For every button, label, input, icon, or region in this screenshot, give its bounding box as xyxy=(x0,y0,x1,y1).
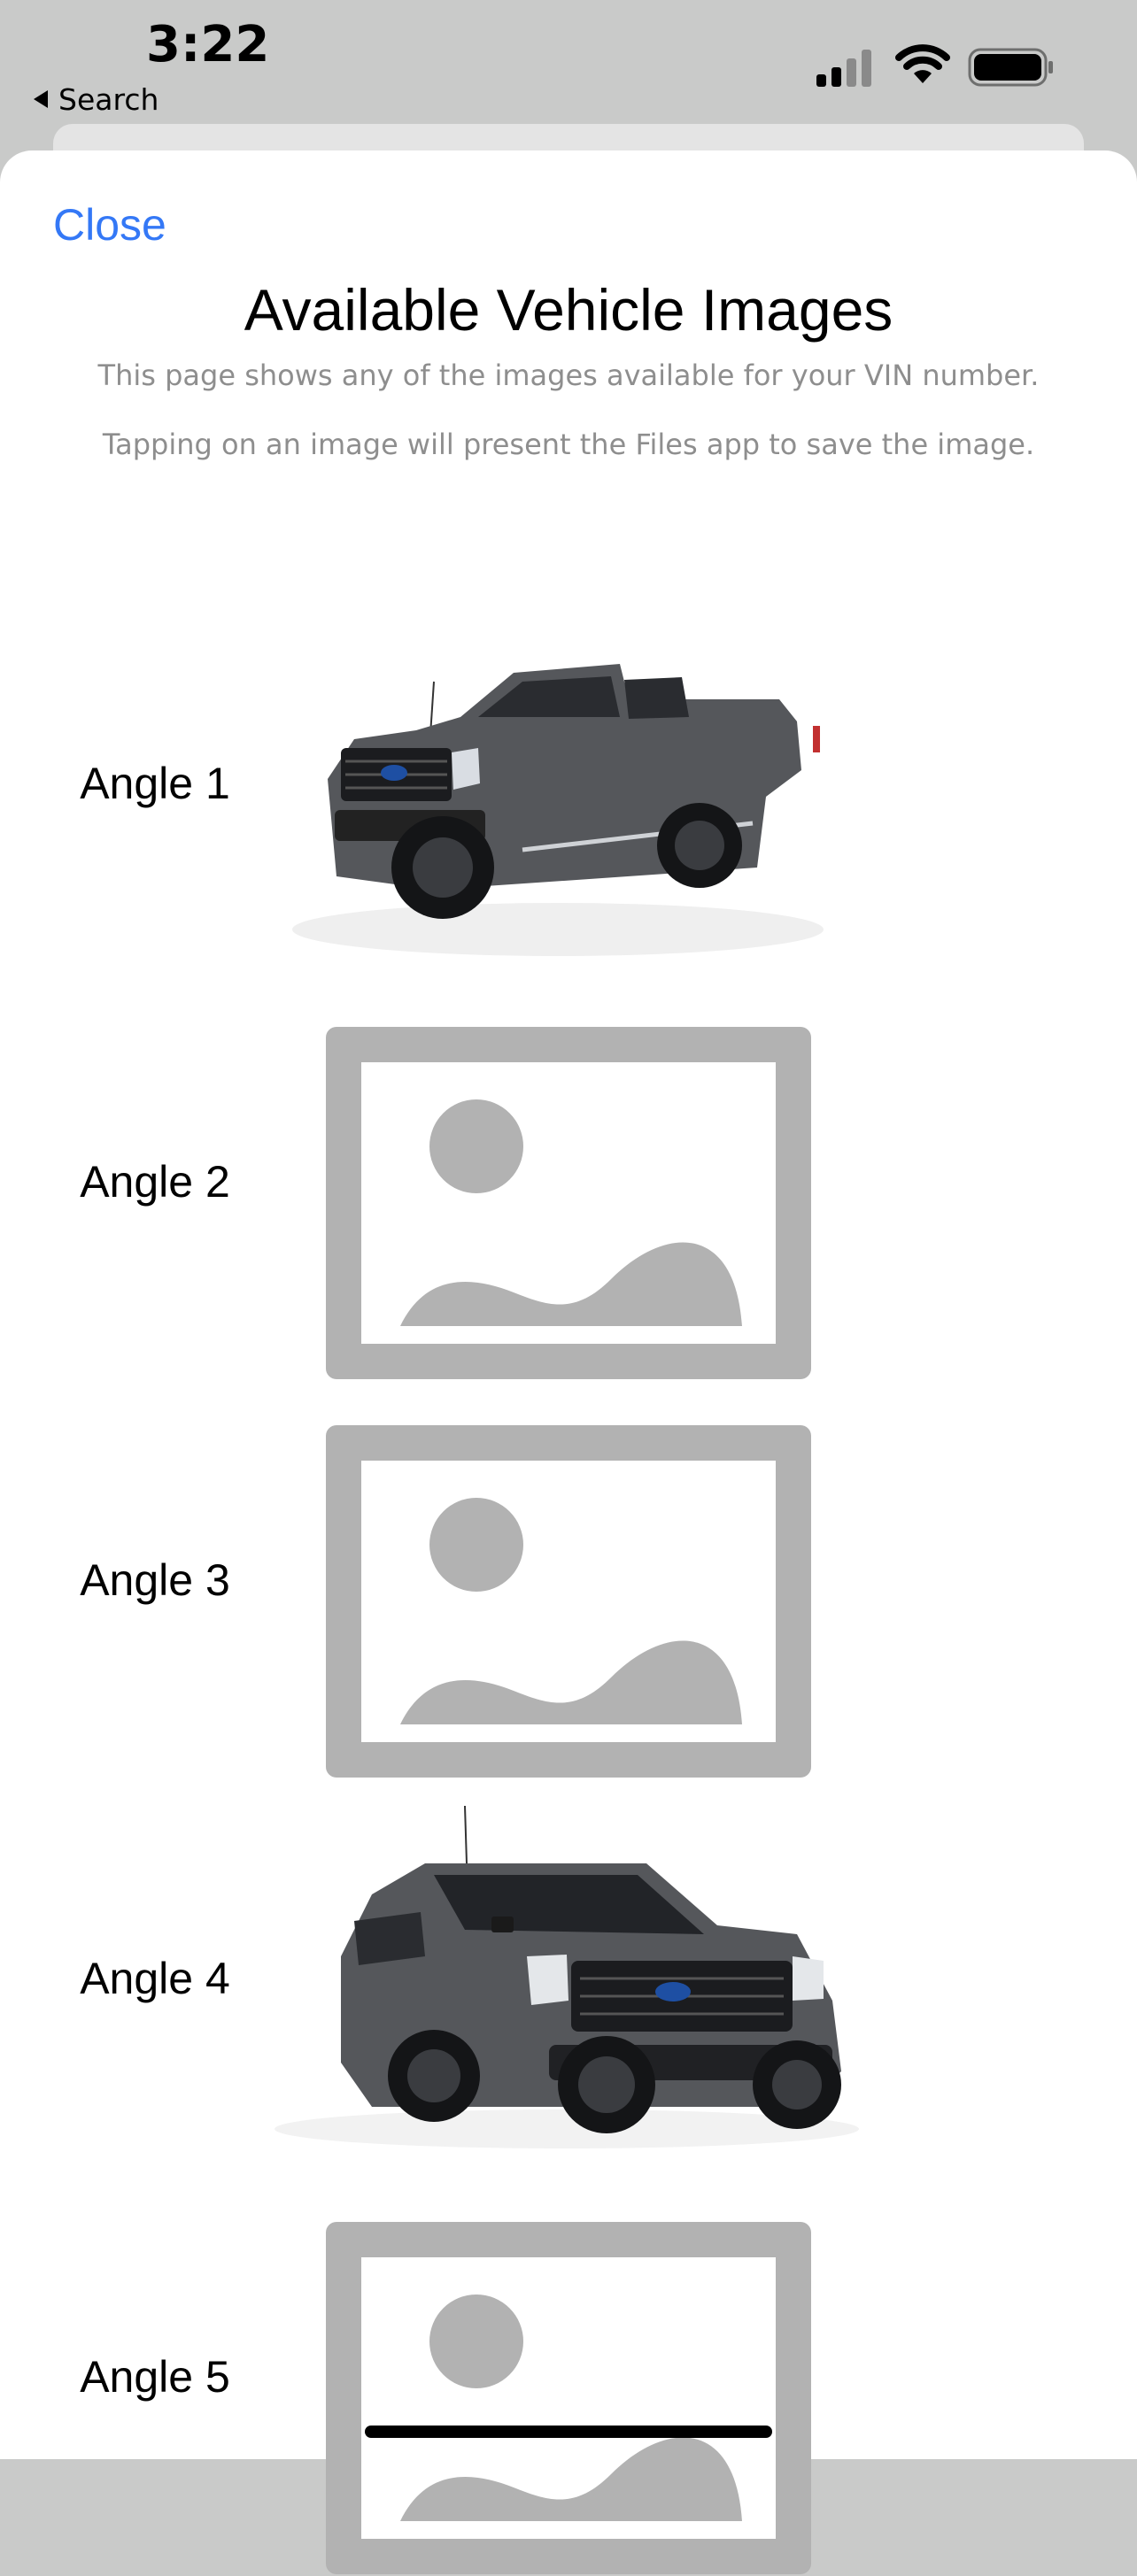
angle-label: Angle 3 xyxy=(80,1555,230,1605)
back-to-search-label: Search xyxy=(58,81,159,117)
image-placeholder-icon[interactable] xyxy=(257,2178,880,2576)
status-bar: 3:22 Search xyxy=(0,0,1137,133)
home-indicator[interactable] xyxy=(365,2426,772,2438)
angle-label: Angle 5 xyxy=(80,2352,230,2402)
signal-bar xyxy=(831,67,841,87)
angle-label: Angle 1 xyxy=(80,759,230,808)
vehicle-images-sheet: Close Available Vehicle Images This page… xyxy=(0,150,1137,2574)
page-instructions: Tapping on an image will present the Fil… xyxy=(102,428,1035,461)
cellular-signal-icon xyxy=(816,46,871,87)
vehicle-image[interactable] xyxy=(257,1779,880,2178)
image-row: Angle 4 xyxy=(0,1779,1137,2178)
status-time: 3:22 xyxy=(146,16,270,73)
battery-icon xyxy=(968,48,1053,87)
angle-label: Angle 2 xyxy=(80,1157,230,1207)
image-row: Angle 1 xyxy=(0,584,1137,983)
back-arrow-icon xyxy=(34,90,48,108)
image-placeholder-icon[interactable] xyxy=(257,983,880,1381)
vehicle-image[interactable] xyxy=(257,584,880,983)
signal-bar xyxy=(862,50,871,87)
page-title: Available Vehicle Images xyxy=(244,277,893,343)
image-row: Angle 3 xyxy=(0,1381,1137,1779)
image-row: Angle 5 xyxy=(0,2178,1137,2576)
image-placeholder-icon[interactable] xyxy=(257,1381,880,1779)
angle-label: Angle 4 xyxy=(80,1954,230,2003)
back-to-search-button[interactable]: Search xyxy=(34,80,159,119)
wifi-icon xyxy=(895,44,950,83)
close-button[interactable]: Close xyxy=(53,199,166,251)
page-description: This page shows any of the images availa… xyxy=(97,359,1040,392)
signal-bar xyxy=(816,74,826,87)
image-row: Angle 2 xyxy=(0,983,1137,1381)
signal-bar xyxy=(847,58,856,87)
